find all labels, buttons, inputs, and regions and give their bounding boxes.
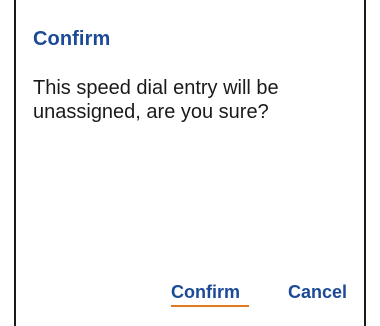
confirm-dialog: Confirm This speed dial entry will be un… — [0, 0, 380, 326]
dialog-title: Confirm — [33, 28, 111, 50]
dialog-right-border — [364, 0, 366, 326]
dialog-left-border — [14, 0, 16, 326]
confirm-button-focus-indicator — [171, 305, 249, 307]
confirm-button[interactable]: Confirm — [171, 282, 240, 303]
cancel-button[interactable]: Cancel — [288, 282, 347, 303]
dialog-message: This speed dial entry will be unassigned… — [33, 77, 279, 123]
